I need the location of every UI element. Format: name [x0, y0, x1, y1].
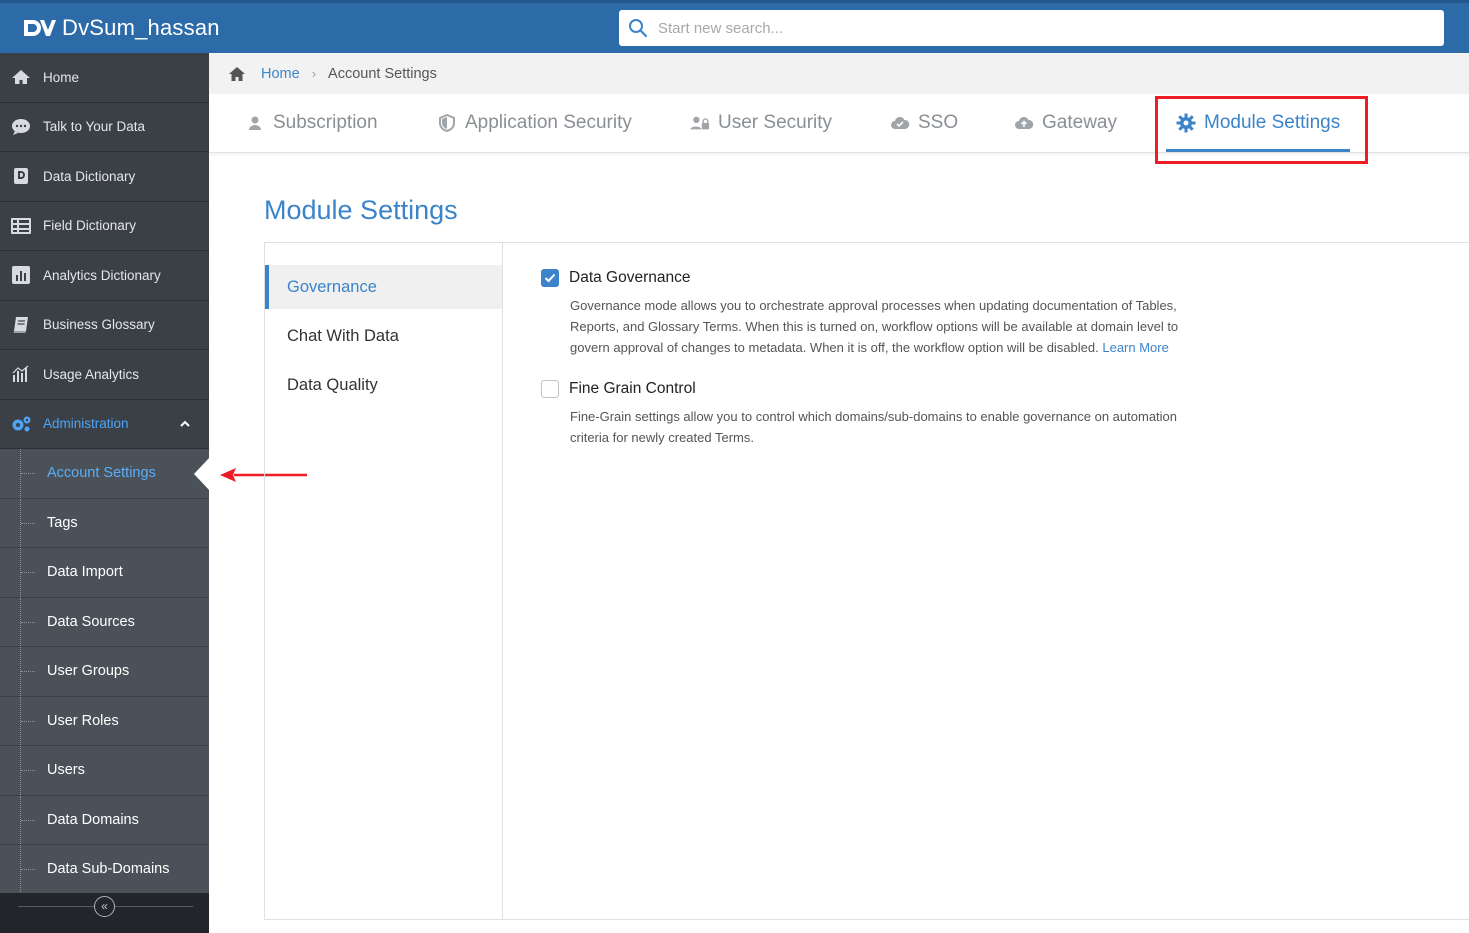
- subitem-label: User Groups: [47, 663, 130, 680]
- sidebar-item-business-glossary[interactable]: Business Glossary: [0, 301, 209, 350]
- tab-label: Subscription: [273, 112, 378, 133]
- subitem-label: Data Sub-Domains: [47, 861, 170, 878]
- brand[interactable]: DvSum_hassan: [22, 13, 220, 43]
- subitem-label: User Roles: [47, 712, 119, 729]
- subitem-label: Users: [47, 762, 85, 779]
- top-header: DvSum_hassan: [0, 0, 1469, 53]
- search-icon: [629, 19, 648, 38]
- sidebar-subitem-tags[interactable]: Tags: [0, 498, 209, 548]
- sidebar-item-administration[interactable]: Administration: [0, 400, 209, 449]
- breadcrumb-separator-icon: ›: [311, 66, 317, 81]
- governance-settings: Data Governance Governance mode allows y…: [541, 269, 1201, 471]
- home-icon[interactable]: [228, 66, 246, 82]
- fine-grain-control-checkbox[interactable]: [541, 380, 559, 399]
- annotation-highlight-box: [1155, 96, 1368, 164]
- sidebar-item-field-dictionary[interactable]: Field Dictionary: [0, 202, 209, 251]
- sidebar-subitem-users[interactable]: Users: [0, 746, 209, 796]
- home-icon: [10, 68, 32, 86]
- setting-title: Fine Grain Control: [569, 380, 696, 398]
- subitem-label: Data Import: [47, 564, 123, 581]
- tab-subscription[interactable]: Subscription: [245, 94, 378, 152]
- chat-icon: [10, 118, 32, 136]
- sidebar-subitem-user-roles[interactable]: User Roles: [0, 696, 209, 746]
- tab-label: User Security: [718, 112, 833, 133]
- bar-chart-icon: [10, 365, 32, 383]
- user-icon: [245, 114, 265, 132]
- subitem-label: Data Domains: [47, 811, 139, 828]
- module-nav-item-chat-with-data[interactable]: Chat With Data: [265, 314, 502, 358]
- chevron-up-icon[interactable]: [179, 418, 191, 430]
- breadcrumb: Home › Account Settings: [209, 53, 1469, 94]
- user-lock-icon: [690, 114, 710, 132]
- active-indicator: [194, 457, 210, 491]
- sidebar-item-label: Administration: [43, 416, 129, 432]
- tab-application-security[interactable]: Application Security: [437, 94, 632, 152]
- data-governance-checkbox[interactable]: [541, 269, 559, 287]
- cloud-upload-icon: [1014, 114, 1034, 132]
- sidebar-subitem-data-domains[interactable]: Data Domains: [0, 795, 209, 845]
- tab-gateway[interactable]: Gateway: [1014, 94, 1117, 152]
- sidebar-item-data-dictionary[interactable]: Data Dictionary: [0, 152, 209, 202]
- dvsum-logo-icon: [24, 20, 56, 36]
- sidebar-item-label: Talk to Your Data: [43, 119, 146, 135]
- tab-label: Gateway: [1042, 112, 1117, 133]
- module-nav-item-data-quality[interactable]: Data Quality: [265, 363, 502, 407]
- sidebar-item-analytics-dictionary[interactable]: Analytics Dictionary: [0, 251, 209, 301]
- sidebar-subitem-data-sub-domains[interactable]: Data Sub-Domains: [0, 845, 209, 895]
- shield-icon: [437, 114, 457, 132]
- sidebar-subitem-data-import[interactable]: Data Import: [0, 548, 209, 598]
- checkmark-icon: [544, 273, 556, 283]
- gears-icon: [10, 415, 32, 433]
- sidebar-item-label: Usage Analytics: [43, 366, 140, 382]
- sidebar-subitem-data-sources[interactable]: Data Sources: [0, 597, 209, 647]
- sidebar-item-talk-to-your-data[interactable]: Talk to Your Data: [0, 103, 209, 152]
- search-input[interactable]: [658, 19, 1418, 37]
- setting-fine-grain-control: Fine Grain Control Fine-Grain settings a…: [541, 380, 1201, 449]
- sidebar-item-home[interactable]: Home: [0, 53, 209, 103]
- subitem-label: Tags: [47, 514, 78, 531]
- collapse-sidebar-icon[interactable]: «: [94, 896, 115, 917]
- tab-label: SSO: [918, 112, 959, 133]
- module-nav-item-governance[interactable]: Governance: [265, 265, 502, 309]
- sidebar-subitem-user-groups[interactable]: User Groups: [0, 647, 209, 697]
- learn-more-link[interactable]: Learn More: [1102, 340, 1168, 355]
- sidebar: Home Talk to Your Data Data Dictionary F…: [0, 53, 210, 933]
- sidebar-collapse-bar: «: [0, 893, 209, 933]
- sidebar-item-label: Data Dictionary: [43, 168, 136, 184]
- sidebar-item-label: Analytics Dictionary: [43, 267, 161, 283]
- setting-description: Governance mode allows you to orchestrat…: [570, 298, 1179, 355]
- table-icon: [10, 217, 32, 235]
- subitem-label: Account Settings: [47, 465, 156, 482]
- breadcrumb-current: Account Settings: [328, 65, 437, 82]
- setting-title: Data Governance: [569, 269, 691, 286]
- sidebar-item-label: Business Glossary: [43, 317, 155, 333]
- sidebar-item-usage-analytics[interactable]: Usage Analytics: [0, 350, 209, 400]
- sidebar-item-label: Home: [43, 69, 80, 85]
- book-icon: [10, 316, 32, 334]
- cloud-icon: [890, 114, 910, 132]
- setting-description: Fine-Grain settings allow you to control…: [570, 409, 1178, 446]
- dictionary-icon: [10, 167, 32, 185]
- tab-sso[interactable]: SSO: [890, 94, 958, 152]
- tab-user-security[interactable]: User Security: [690, 94, 832, 152]
- sidebar-item-label: Field Dictionary: [43, 218, 137, 234]
- module-nav: Governance Chat With Data Data Quality: [265, 243, 503, 919]
- module-settings-panel: Governance Chat With Data Data Quality D…: [264, 242, 1469, 920]
- app-name: DvSum_hassan: [62, 15, 220, 40]
- tab-label: Application Security: [465, 112, 632, 133]
- breadcrumb-home-link[interactable]: Home: [261, 66, 300, 82]
- sidebar-subitem-account-settings[interactable]: Account Settings: [0, 449, 210, 499]
- global-search[interactable]: [619, 10, 1444, 46]
- page-title: Module Settings: [264, 195, 458, 225]
- setting-data-governance: Data Governance Governance mode allows y…: [541, 269, 1201, 358]
- subitem-label: Data Sources: [47, 613, 135, 630]
- analytics-icon: [10, 266, 32, 285]
